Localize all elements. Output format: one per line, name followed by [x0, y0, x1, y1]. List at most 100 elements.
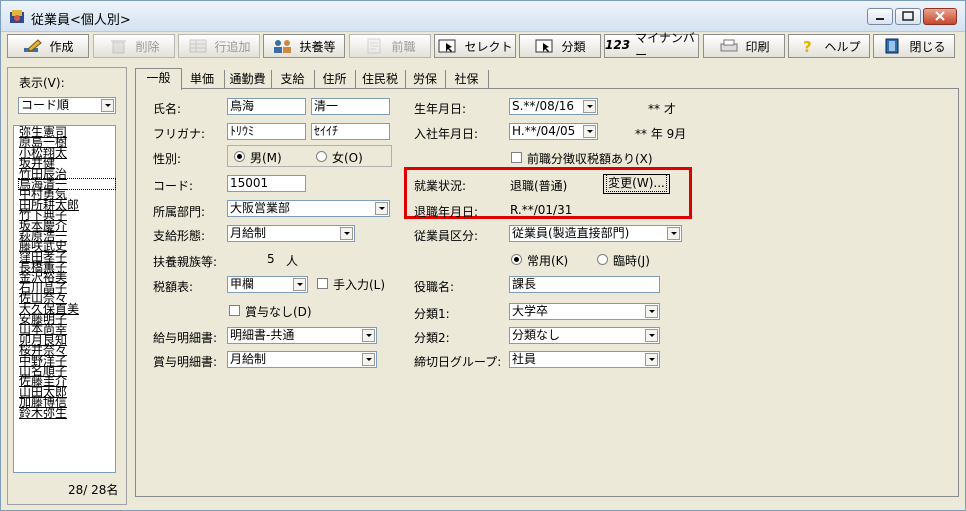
display-label: 表示(V): [19, 76, 65, 90]
hire-date-select[interactable]: H.**/04/05 [509, 123, 598, 140]
age-value: ** 才 [648, 102, 676, 116]
tab-5[interactable]: 住所 [314, 70, 356, 88]
class2-select[interactable]: 分類なし [509, 327, 660, 344]
birth-date-value: S.**/08/16 [512, 99, 575, 113]
toolbar-button-label: 行追加 [214, 39, 251, 54]
employee-list-item[interactable]: 鈴木弥生 [19, 406, 115, 418]
tab-1[interactable]: 一般 [135, 68, 182, 90]
delete-button[interactable]: 削除 [93, 34, 175, 58]
hire-date-value: H.**/04/05 [512, 124, 576, 138]
tab-3[interactable]: 通勤費 [224, 70, 272, 88]
maximize-button[interactable] [895, 8, 921, 25]
tab-4[interactable]: 支給 [271, 70, 315, 88]
gender-label: 性別: [153, 152, 182, 166]
dependents-button[interactable]: 扶養等 [263, 34, 345, 58]
tab-6[interactable]: 住民税 [355, 70, 406, 88]
print-button[interactable]: 印刷 [703, 34, 785, 58]
chevron-down-icon [645, 305, 658, 318]
birth-date-select[interactable]: S.**/08/16 [509, 98, 598, 115]
toolbar-button-label: ヘルプ [824, 39, 861, 54]
employment-value: 退職(普通) [510, 179, 568, 193]
last-kana-input[interactable]: ﾄﾘｳﾐ [227, 123, 306, 140]
sort-value: コード順 [21, 98, 70, 112]
dept-label: 所属部門: [153, 205, 206, 219]
toolbar-button-label: セレクト [464, 39, 513, 54]
temporary-radio[interactable] [597, 254, 608, 265]
select-button[interactable]: セレクト [434, 34, 516, 58]
toolbar-button-label: 扶養等 [299, 39, 336, 54]
tax-table-select[interactable]: 甲欄 [227, 276, 308, 293]
hire-label: 入社年月日: [414, 127, 479, 141]
close-button[interactable]: 閉じる [873, 34, 955, 58]
cutoff-select[interactable]: 社員 [509, 351, 660, 368]
gender-male-radio[interactable] [234, 151, 245, 162]
tab-7[interactable]: 労保 [405, 70, 446, 88]
sort-select[interactable]: コード順 [18, 97, 116, 114]
dependents-value: 5 [267, 252, 275, 266]
toolbar-button-label: 前職 [391, 39, 416, 54]
employee-list[interactable]: 弥生憲司 原島一樹 小松翔太 坂井健 竹田辰治 鳥海清一 中村勇気 田所耕太郎 竹下典子 坂本慶介… [13, 125, 116, 473]
code-input[interactable]: 15001 [227, 175, 306, 192]
regular-label: 常用(K) [527, 254, 569, 268]
tenure-value: ** 年 9月 [635, 127, 687, 141]
add-row-button[interactable]: 行追加 [178, 34, 260, 58]
chevron-down-icon [362, 329, 375, 342]
dependents-label: 扶養親族等: [153, 255, 218, 269]
prev-job-button[interactable]: 前職 [349, 34, 431, 58]
prev-job-tax-checkbox[interactable] [511, 152, 522, 163]
document-icon [364, 38, 386, 54]
class1-select[interactable]: 大学卒 [509, 303, 660, 320]
class2-label: 分類2: [414, 331, 450, 345]
gender-female-radio[interactable] [316, 151, 327, 162]
app-icon [10, 10, 24, 23]
manual-input-checkbox[interactable] [317, 278, 328, 289]
minimize-button[interactable] [867, 8, 893, 25]
cutoff-label: 締切日グループ: [414, 355, 502, 369]
emp-class-select[interactable]: 従業員(製造直接部門) [509, 225, 682, 242]
svg-text:?: ? [803, 38, 812, 54]
help-icon: ? [797, 38, 819, 56]
close-window-button[interactable] [923, 8, 957, 25]
class1-label: 分類1: [414, 307, 450, 321]
emp-class-label: 従業員区分: [414, 229, 479, 243]
window: 従業員<個人別> 作成 削除 行追加 扶養等 前職 セレクト 分類 123 マイナンバー 印刷? ヘ… [0, 0, 966, 511]
regular-radio[interactable] [511, 254, 522, 265]
no-bonus-checkbox[interactable] [229, 305, 240, 316]
bonus-slip-select[interactable]: 月給制 [227, 351, 377, 368]
close-icon [935, 11, 945, 21]
last-name-input[interactable]: 鳥海 [227, 98, 306, 115]
change-status-label: 変更(W)... [606, 174, 667, 192]
printer-icon [718, 38, 740, 54]
pay-type-value: 月給制 [230, 226, 267, 240]
select-cursor-icon [437, 38, 459, 54]
chevron-down-icon [645, 353, 658, 366]
help-button[interactable]: ? ヘルプ [788, 34, 870, 58]
toolbar-button-label: 印刷 [745, 39, 770, 54]
cutoff-value: 社員 [512, 352, 537, 366]
classify-button[interactable]: 分類 [519, 34, 601, 58]
payslip-select[interactable]: 明細書-共通 [227, 327, 377, 344]
first-kana-input[interactable]: ｾｲｲﾁ [311, 123, 390, 140]
payslip-value: 明細書-共通 [230, 328, 295, 342]
family-icon [272, 38, 294, 54]
emp-class-value: 従業員(製造直接部門) [512, 226, 630, 240]
first-name-input[interactable]: 清一 [311, 98, 390, 115]
bonus-slip-label: 賞与明細書: [153, 355, 218, 369]
tab-8[interactable]: 社保 [445, 70, 489, 88]
employment-label: 就業状況: [414, 179, 467, 193]
chevron-down-icon [101, 99, 114, 112]
chevron-down-icon [667, 227, 680, 240]
mynumber-button[interactable]: 123 マイナンバー [604, 31, 699, 62]
trash-icon [108, 38, 130, 54]
class1-value: 大学卒 [512, 304, 549, 318]
tab-2[interactable]: 単価 [180, 70, 225, 88]
chevron-down-icon [375, 202, 388, 215]
dept-select[interactable]: 大阪営業部 [227, 200, 390, 217]
change-status-button[interactable]: 変更(W)... [603, 174, 670, 194]
temporary-label: 臨時(J) [613, 254, 650, 268]
no-bonus-label: 賞与なし(D) [245, 305, 312, 319]
pay-type-select[interactable]: 月給制 [227, 225, 355, 242]
create-button[interactable]: 作成 [7, 34, 89, 58]
toolbar-button-label: 分類 [561, 39, 586, 54]
position-input[interactable]: 課長 [509, 276, 660, 293]
